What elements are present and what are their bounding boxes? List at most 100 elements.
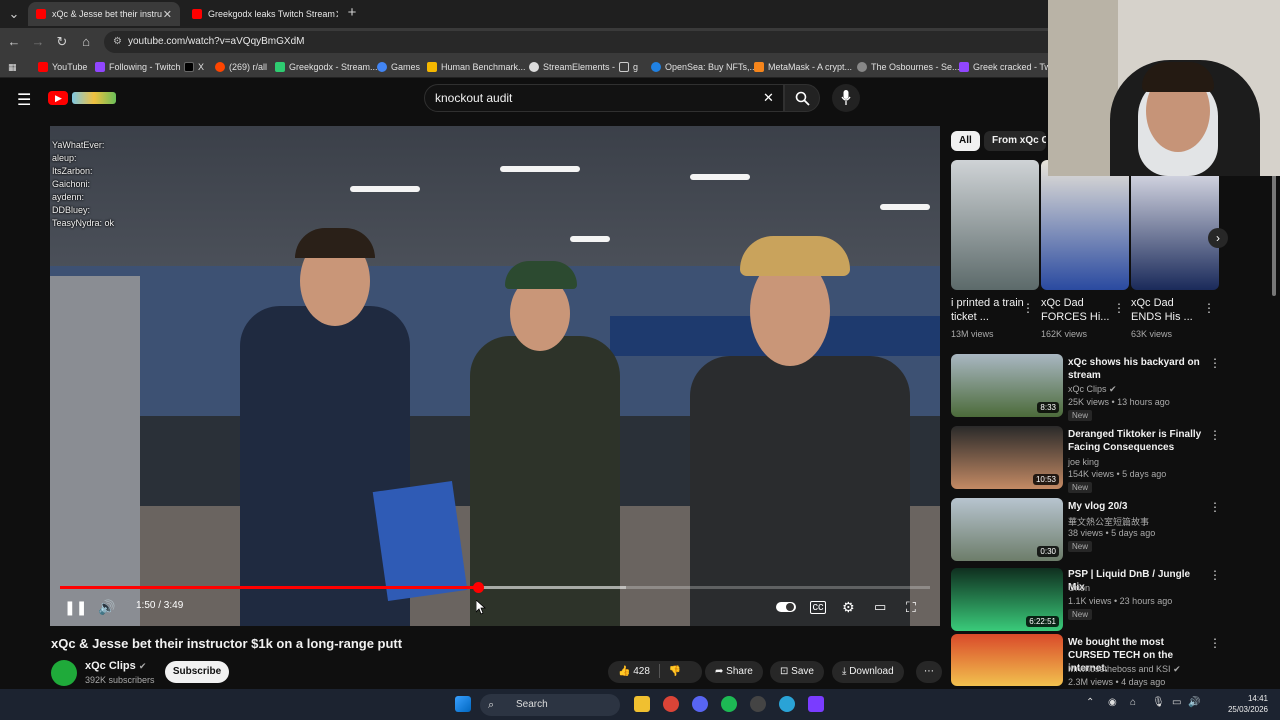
file-explorer-icon[interactable] bbox=[634, 696, 650, 712]
bookmark-metamask[interactable]: MetaMask - A crypt... bbox=[754, 60, 852, 74]
forward-icon[interactable]: → bbox=[30, 34, 46, 50]
settings-icon[interactable]: ⚙ bbox=[842, 599, 855, 615]
tab-active[interactable]: xQc & Jesse bet their instru ✕ bbox=[28, 2, 180, 26]
short-title[interactable]: xQc Dad ENDS His ... bbox=[1131, 296, 1205, 324]
seek-bar[interactable] bbox=[60, 582, 930, 593]
rec-thumbnail[interactable]: 10:53 bbox=[951, 426, 1063, 489]
url-field[interactable]: ⚙ youtube.com/watch?v=aVQqyBmGXdM bbox=[104, 31, 1064, 53]
reload-icon[interactable]: ↻ bbox=[54, 34, 70, 50]
bookmark-folder-g[interactable]: g bbox=[619, 60, 638, 74]
search-input[interactable]: knockout audit ✕ bbox=[424, 84, 784, 112]
volume-icon[interactable]: 🔊 bbox=[98, 599, 115, 615]
microphone-icon[interactable]: 🎙 bbox=[1152, 697, 1165, 708]
autoplay-toggle[interactable] bbox=[776, 599, 796, 615]
bookmark-human-benchmark[interactable]: Human Benchmark... bbox=[427, 60, 526, 74]
dislike-button[interactable]: 👎 bbox=[668, 666, 680, 677]
like-button[interactable]: 👍 428 bbox=[618, 666, 650, 677]
new-tab-button[interactable]: + bbox=[344, 5, 360, 21]
app-icon[interactable] bbox=[779, 696, 795, 712]
bookmark-streamelements[interactable]: StreamElements - bbox=[529, 60, 615, 74]
opensea-icon bbox=[651, 62, 661, 72]
seek-handle[interactable] bbox=[472, 582, 484, 593]
rec-title[interactable]: xQc shows his backyard on stream bbox=[1068, 356, 1202, 382]
save-button[interactable]: ⊡ Save bbox=[770, 661, 824, 683]
close-icon[interactable]: ✕ bbox=[335, 8, 338, 21]
rec-thumbnail[interactable]: 6:22:51 bbox=[951, 568, 1063, 631]
tray-chevron-icon[interactable]: ⌃ bbox=[1086, 697, 1094, 708]
youtube-logo-icon[interactable]: ▶ bbox=[48, 91, 68, 105]
obs-icon[interactable] bbox=[750, 696, 766, 712]
discord-icon[interactable] bbox=[692, 696, 708, 712]
rec-title[interactable]: Deranged Tiktoker is Finally Facing Cons… bbox=[1068, 428, 1202, 454]
more-options-icon[interactable]: ⋮ bbox=[1209, 428, 1221, 442]
bookmark-greekgodx[interactable]: Greekgodx - Stream... bbox=[275, 60, 378, 74]
microphone-icon bbox=[841, 90, 851, 105]
display-icon[interactable]: ▭ bbox=[1172, 697, 1181, 708]
voice-search-button[interactable] bbox=[832, 84, 860, 112]
apps-icon[interactable]: ▦ bbox=[8, 60, 17, 74]
search-button[interactable] bbox=[784, 84, 820, 112]
short-title[interactable]: xQc Dad FORCES Hi... bbox=[1041, 296, 1115, 324]
bookmark-x[interactable]: X bbox=[184, 60, 204, 74]
subscribe-button[interactable]: Subscribe bbox=[165, 661, 229, 683]
system-clock[interactable]: 14:41 25/03/2026 bbox=[1204, 693, 1268, 715]
tab-inactive[interactable]: Greekgodx leaks Twitch Stream ✕ bbox=[184, 2, 338, 26]
short-title[interactable]: i printed a train ticket ... bbox=[951, 296, 1025, 324]
more-options-icon[interactable]: ⋮ bbox=[1022, 301, 1034, 315]
more-actions-button[interactable]: ⋯ bbox=[916, 661, 942, 683]
short-thumbnail[interactable] bbox=[1131, 160, 1219, 290]
clear-search-icon[interactable]: ✕ bbox=[763, 85, 774, 111]
rec-channel: joe king bbox=[1068, 457, 1100, 467]
channel-name[interactable]: xQc Clips ✔ bbox=[85, 660, 146, 672]
short-thumbnail[interactable] bbox=[951, 160, 1039, 290]
chrome-icon[interactable] bbox=[663, 696, 679, 712]
bookmark-twitch[interactable]: Following - Twitch bbox=[95, 60, 180, 74]
close-icon[interactable]: ✕ bbox=[163, 8, 172, 21]
rec-thumbnail[interactable] bbox=[951, 634, 1063, 686]
miniplayer-icon[interactable]: ▭ bbox=[874, 599, 886, 615]
more-options-icon[interactable]: ⋮ bbox=[1209, 500, 1221, 514]
pause-icon[interactable]: ❚❚ bbox=[64, 599, 87, 615]
more-options-icon[interactable]: ⋮ bbox=[1209, 568, 1221, 582]
more-options-icon[interactable]: ⋮ bbox=[1209, 636, 1221, 650]
more-options-icon[interactable]: ⋮ bbox=[1203, 301, 1215, 315]
bookmark-reddit[interactable]: (269) r/all bbox=[215, 60, 267, 74]
menu-icon[interactable]: ☰ bbox=[17, 90, 31, 110]
app-grid-icon[interactable] bbox=[808, 696, 824, 712]
speaker-icon[interactable]: 🔊 bbox=[1188, 697, 1200, 708]
page-scrollbar[interactable] bbox=[1270, 120, 1278, 686]
rec-thumbnail[interactable]: 8:33 bbox=[951, 354, 1063, 417]
fullscreen-icon[interactable]: ⛶ bbox=[906, 599, 916, 615]
network-icon[interactable]: ⌂ bbox=[1130, 697, 1136, 708]
bookmark-games[interactable]: Games bbox=[377, 60, 420, 74]
download-button[interactable]: ⤓ Download bbox=[832, 661, 904, 683]
spotify-icon[interactable] bbox=[721, 696, 737, 712]
more-options-icon[interactable]: ⋮ bbox=[1113, 301, 1125, 315]
tray-app-icon[interactable]: ◉ bbox=[1108, 697, 1117, 708]
chevron-right-icon[interactable]: › bbox=[1208, 228, 1228, 248]
site-info-icon[interactable]: ⚙ bbox=[113, 31, 122, 53]
captions-icon[interactable]: cc bbox=[810, 601, 826, 614]
bookmark-greek-cracked[interactable]: Greek cracked - Twi... bbox=[959, 60, 1060, 74]
bookmark-opensea[interactable]: OpenSea: Buy NFTs,... bbox=[651, 60, 757, 74]
chip-from-channel[interactable]: From xQc Clips bbox=[984, 131, 1046, 151]
share-button[interactable]: ➦ Share bbox=[705, 661, 763, 683]
new-badge: New bbox=[1068, 410, 1093, 421]
bookmark-osbournes[interactable]: The Osbournes - Se... bbox=[857, 60, 960, 74]
tab-list-icon[interactable]: ⌄ bbox=[6, 6, 22, 22]
more-options-icon[interactable]: ⋮ bbox=[1209, 356, 1221, 370]
rec-channel: xQc Clips ✔ bbox=[1068, 384, 1117, 394]
chip-all[interactable]: All bbox=[951, 131, 980, 151]
video-player[interactable]: YaWhatEver: aleup: ItsZarbon: Gaichoni: … bbox=[50, 126, 940, 626]
channel-avatar[interactable] bbox=[51, 660, 77, 686]
home-icon[interactable]: ⌂ bbox=[78, 34, 94, 50]
rec-title[interactable]: My vlog 20/3 bbox=[1068, 500, 1202, 513]
short-thumbnail[interactable] bbox=[1041, 160, 1129, 290]
taskbar-search[interactable]: ⌕ Search bbox=[480, 694, 620, 716]
doodle-logo[interactable] bbox=[72, 92, 116, 104]
windows-start-icon[interactable] bbox=[455, 696, 471, 712]
rec-thumbnail[interactable]: 0:30 bbox=[951, 498, 1063, 561]
bookmark-youtube[interactable]: YouTube bbox=[38, 60, 87, 74]
back-icon[interactable]: ← bbox=[6, 34, 22, 50]
chat-message: Gaichoni: bbox=[52, 179, 91, 189]
